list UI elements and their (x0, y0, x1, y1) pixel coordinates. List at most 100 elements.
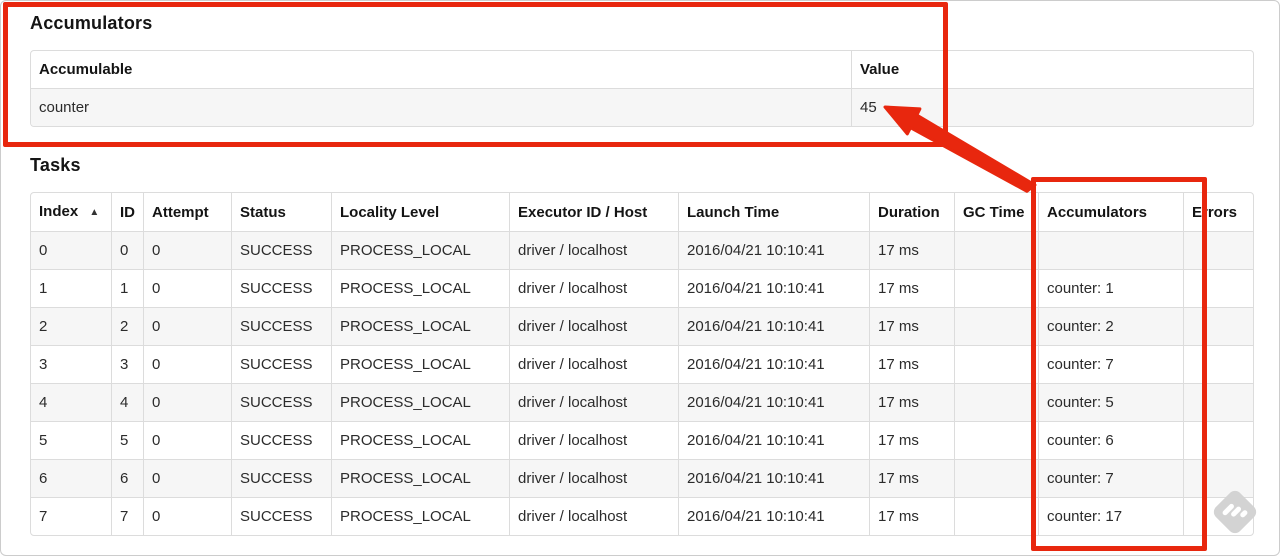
table-cell: 1 (111, 269, 143, 307)
table-cell: 2 (111, 307, 143, 345)
table-cell: PROCESS_LOCAL (331, 459, 509, 497)
table-cell: 1 (31, 269, 111, 307)
table-cell: 0 (143, 345, 231, 383)
column-header-executor-id-host[interactable]: Executor ID / Host (509, 193, 678, 231)
column-header-accumulators[interactable]: Accumulators (1038, 193, 1183, 231)
table-header-row: Accumulable Value (31, 51, 1253, 88)
table-cell (1183, 459, 1253, 497)
table-header-row: Index ▲ ID Attempt Status Locality Level… (31, 193, 1253, 231)
table-cell: 0 (143, 497, 231, 535)
table-cell: counter: 7 (1038, 345, 1183, 383)
table-cell: driver / localhost (509, 269, 678, 307)
table-cell: 4 (31, 383, 111, 421)
table-cell: 7 (31, 497, 111, 535)
table-cell: 2016/04/21 10:10:41 (678, 497, 869, 535)
table-cell: SUCCESS (231, 231, 331, 269)
table-cell: 2016/04/21 10:10:41 (678, 231, 869, 269)
table-cell: 2016/04/21 10:10:41 (678, 307, 869, 345)
table-cell: 17 ms (869, 345, 954, 383)
table-cell: 17 ms (869, 497, 954, 535)
table-cell (954, 421, 1038, 459)
table-row: 4 4 0 SUCCESS PROCESS_LOCAL driver / localhos… (31, 383, 1253, 421)
table-cell (954, 497, 1038, 535)
column-header-index[interactable]: Index ▲ (31, 193, 111, 231)
table-row: 0 0 0 SUCCESS PROCESS_LOCAL driver / localhos… (31, 231, 1253, 269)
table-cell: 0 (143, 421, 231, 459)
table-cell: driver / localhost (509, 345, 678, 383)
table-cell: PROCESS_LOCAL (331, 307, 509, 345)
table-cell: 4 (111, 383, 143, 421)
table-cell: PROCESS_LOCAL (331, 497, 509, 535)
table-row: 5 5 0 SUCCESS PROCESS_LOCAL driver / localhos… (31, 421, 1253, 459)
table-cell (954, 383, 1038, 421)
table-cell (1038, 231, 1183, 269)
table-cell: counter: 1 (1038, 269, 1183, 307)
accumulators-section-title: Accumulators (30, 13, 153, 33)
table-cell: 0 (143, 459, 231, 497)
table-cell: counter: 5 (1038, 383, 1183, 421)
table-cell: SUCCESS (231, 459, 331, 497)
table-cell: 6 (31, 459, 111, 497)
table-cell (954, 231, 1038, 269)
table-cell: 2016/04/21 10:10:41 (678, 269, 869, 307)
table-cell (954, 307, 1038, 345)
table-cell (1183, 383, 1253, 421)
table-cell: SUCCESS (231, 497, 331, 535)
table-cell (1183, 269, 1253, 307)
column-header-status[interactable]: Status (231, 193, 331, 231)
table-cell: 2016/04/21 10:10:41 (678, 459, 869, 497)
table-row: 3 3 0 SUCCESS PROCESS_LOCAL driver / localhos… (31, 345, 1253, 383)
table-cell (1183, 231, 1253, 269)
table-cell: PROCESS_LOCAL (331, 383, 509, 421)
column-header-errors[interactable]: Errors (1183, 193, 1253, 231)
table-cell (954, 459, 1038, 497)
table-cell (954, 269, 1038, 307)
column-header-gc-time[interactable]: GC Time (954, 193, 1038, 231)
sort-ascending-icon: ▲ (89, 207, 100, 218)
table-row: counter 45 (31, 88, 1253, 126)
table-cell: PROCESS_LOCAL (331, 345, 509, 383)
table-cell: 17 ms (869, 269, 954, 307)
table-cell: 5 (111, 421, 143, 459)
table-cell: 17 ms (869, 459, 954, 497)
column-header-accumulable: Accumulable (39, 61, 133, 78)
table-cell: 0 (111, 231, 143, 269)
table-row: 7 7 0 SUCCESS PROCESS_LOCAL driver / localhos… (31, 497, 1253, 535)
tasks-section-title: Tasks (30, 155, 81, 175)
table-cell: 0 (143, 269, 231, 307)
table-cell: 45 (851, 88, 1253, 126)
table-cell: SUCCESS (231, 307, 331, 345)
table-cell: driver / localhost (509, 307, 678, 345)
table-cell: driver / localhost (509, 231, 678, 269)
table-row: 1 1 0 SUCCESS PROCESS_LOCAL driver / localhos… (31, 269, 1253, 307)
table-cell: 2016/04/21 10:10:41 (678, 345, 869, 383)
table-cell: driver / localhost (509, 497, 678, 535)
table-row: 2 2 0 SUCCESS PROCESS_LOCAL driver / localhos… (31, 307, 1253, 345)
column-header-attempt[interactable]: Attempt (143, 193, 231, 231)
table-cell: driver / localhost (509, 459, 678, 497)
table-cell: 0 (143, 231, 231, 269)
table-cell: counter (31, 88, 851, 126)
table-cell: counter: 17 (1038, 497, 1183, 535)
table-cell: PROCESS_LOCAL (331, 269, 509, 307)
accumulators-table: Accumulable Value counter 45 (30, 50, 1254, 127)
table-cell: SUCCESS (231, 383, 331, 421)
table-cell: 5 (31, 421, 111, 459)
table-cell (1183, 307, 1253, 345)
table-cell: 0 (31, 231, 111, 269)
column-header-locality-level[interactable]: Locality Level (331, 193, 509, 231)
table-cell: counter: 2 (1038, 307, 1183, 345)
table-cell: 7 (111, 497, 143, 535)
table-cell: SUCCESS (231, 421, 331, 459)
table-cell: 17 ms (869, 307, 954, 345)
column-header-id[interactable]: ID (111, 193, 143, 231)
column-header-index-label: Index (39, 203, 79, 220)
table-cell: SUCCESS (231, 269, 331, 307)
table-cell: 2 (31, 307, 111, 345)
tasks-table: Index ▲ ID Attempt Status Locality Level… (30, 192, 1254, 536)
column-header-launch-time[interactable]: Launch Time (678, 193, 869, 231)
table-cell: 2016/04/21 10:10:41 (678, 421, 869, 459)
column-header-value: Value (851, 51, 1253, 88)
table-row: 6 6 0 SUCCESS PROCESS_LOCAL driver / localhos… (31, 459, 1253, 497)
column-header-duration[interactable]: Duration (869, 193, 954, 231)
